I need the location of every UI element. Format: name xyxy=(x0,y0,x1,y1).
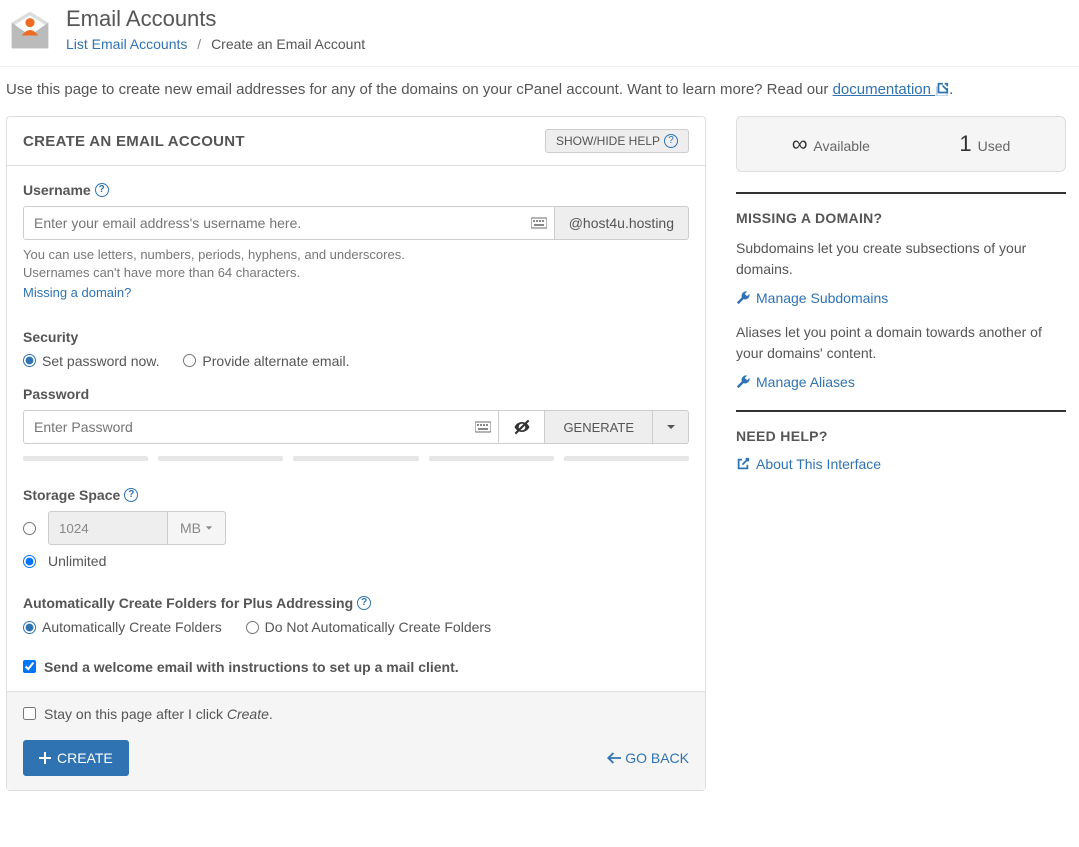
help-icon: ? xyxy=(664,134,678,148)
provide-alternate-radio[interactable]: Provide alternate email. xyxy=(183,353,349,369)
page-title: Email Accounts xyxy=(66,6,365,32)
password-label: Password xyxy=(23,386,689,402)
storage-unit-dropdown[interactable]: MB xyxy=(168,511,226,545)
password-input[interactable] xyxy=(23,410,499,444)
arrow-left-icon xyxy=(607,751,621,765)
stay-on-page-checkbox[interactable]: Stay on this page after I click Create. xyxy=(23,706,689,722)
password-strength-meter xyxy=(23,456,689,461)
storage-label: Storage Space ? xyxy=(23,487,689,503)
auto-create-folders-radio[interactable]: Automatically Create Folders xyxy=(23,619,222,635)
help-icon[interactable]: ? xyxy=(95,183,109,197)
username-input[interactable] xyxy=(23,206,555,240)
generate-dropdown-button[interactable] xyxy=(653,410,689,444)
show-hide-help-button[interactable]: SHOW/HIDE HELP ? xyxy=(545,129,689,153)
create-email-panel: CREATE AN EMAIL ACCOUNT SHOW/HIDE HELP ?… xyxy=(6,116,706,791)
help-icon[interactable]: ? xyxy=(124,488,138,502)
keyboard-icon xyxy=(531,215,547,231)
documentation-link[interactable]: documentation xyxy=(833,81,950,98)
used-stat: 1 Used xyxy=(959,131,1010,157)
missing-domain-link[interactable]: Missing a domain? xyxy=(23,284,689,302)
email-account-icon xyxy=(6,6,54,54)
storage-size-input xyxy=(48,511,168,545)
generate-password-button[interactable]: GENERATE xyxy=(545,410,653,444)
available-stat: ∞ Available xyxy=(792,131,870,157)
intro-text: Use this page to create new email addres… xyxy=(0,67,1079,108)
set-password-radio[interactable]: Set password now. xyxy=(23,353,160,369)
plus-addressing-label: Automatically Create Folders for Plus Ad… xyxy=(23,595,689,611)
missing-domain-section: MISSING A DOMAIN? Subdomains let you cre… xyxy=(736,192,1066,390)
no-auto-create-folders-radio[interactable]: Do Not Automatically Create Folders xyxy=(246,619,491,635)
storage-unlimited-radio[interactable]: Unlimited xyxy=(23,553,106,569)
breadcrumb-current: Create an Email Account xyxy=(211,36,365,52)
domain-suffix[interactable]: @host4u.hosting xyxy=(555,206,689,240)
manage-subdomains-link[interactable]: Manage Subdomains xyxy=(736,290,1066,306)
username-label: Username ? xyxy=(23,182,689,198)
help-icon[interactable]: ? xyxy=(357,596,371,610)
manage-aliases-link[interactable]: Manage Aliases xyxy=(736,374,1066,390)
wrench-icon xyxy=(736,291,750,305)
keyboard-icon xyxy=(475,419,491,435)
about-interface-link[interactable]: About This Interface xyxy=(736,456,1066,472)
page-header: Email Accounts List Email Accounts / Cre… xyxy=(0,0,1079,67)
security-label: Security xyxy=(23,329,689,345)
need-help-section: NEED HELP? About This Interface xyxy=(736,410,1066,472)
breadcrumb-link-list[interactable]: List Email Accounts xyxy=(66,36,187,52)
send-welcome-checkbox[interactable]: Send a welcome email with instructions t… xyxy=(23,659,689,675)
external-link-icon xyxy=(736,457,750,471)
create-button[interactable]: CREATE xyxy=(23,740,129,776)
go-back-link[interactable]: GO BACK xyxy=(607,750,689,766)
wrench-icon xyxy=(736,375,750,389)
plus-icon xyxy=(39,752,51,764)
storage-fixed-radio[interactable] xyxy=(23,522,36,535)
breadcrumb: List Email Accounts / Create an Email Ac… xyxy=(66,36,365,52)
stats-box: ∞ Available 1 Used xyxy=(736,116,1066,172)
panel-heading: CREATE AN EMAIL ACCOUNT xyxy=(23,133,245,150)
toggle-password-visibility-button[interactable] xyxy=(499,410,545,444)
infinity-icon: ∞ xyxy=(792,131,808,157)
